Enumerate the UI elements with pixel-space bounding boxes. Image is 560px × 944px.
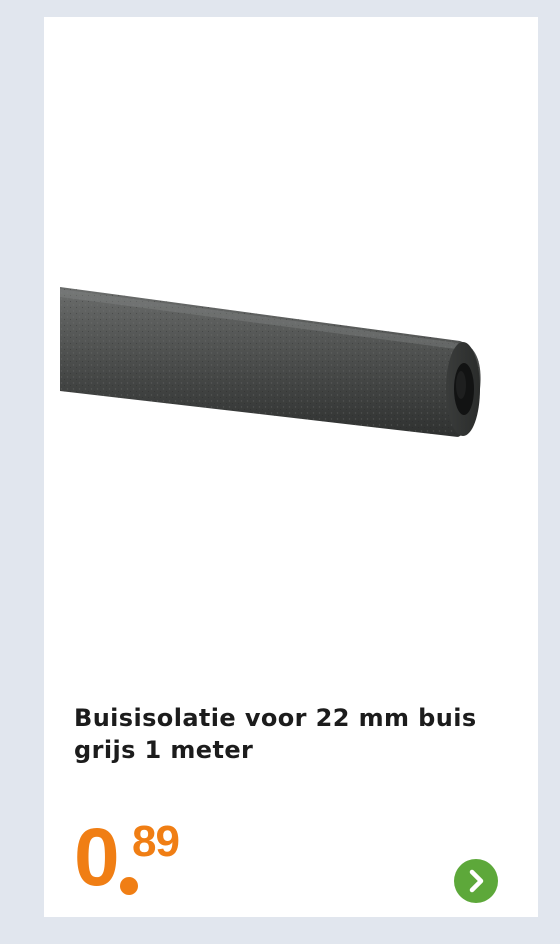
price-integer: 0 [74, 812, 120, 903]
chevron-right-icon [469, 869, 484, 893]
next-button[interactable] [454, 859, 498, 903]
product-card[interactable]: Buisisolatie voor 22 mm buis grijs 1 met… [44, 17, 538, 917]
product-price: 0 89 [74, 817, 234, 907]
product-image [60, 279, 484, 459]
product-title: Buisisolatie voor 22 mm buis grijs 1 met… [74, 704, 477, 764]
price-decimals: 89 [132, 817, 180, 866]
pipe-insulation-image [60, 287, 481, 437]
price-separator-dot [120, 877, 138, 895]
